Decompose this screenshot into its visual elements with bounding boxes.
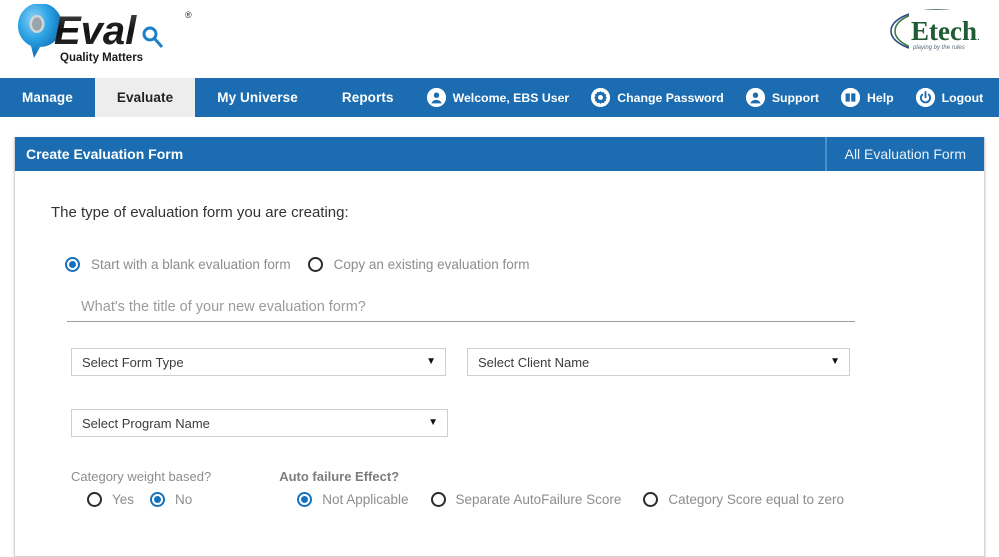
- form-title-field-wrap: [67, 298, 855, 322]
- user-icon: [426, 88, 446, 107]
- form-type-radio-group: Start with a blank evaluation form Copy …: [65, 257, 962, 272]
- bottom-option-groups: Category weight based? Yes No Auto failu…: [71, 469, 962, 507]
- select-client-name-value: Select Client Name: [478, 354, 590, 370]
- panel-header: Create Evaluation Form All Evaluation Fo…: [15, 137, 984, 171]
- qeval-logo[interactable]: Eval ® Quality Matters: [10, 3, 205, 66]
- radio-start-blank[interactable]: Start with a blank evaluation form: [65, 257, 291, 272]
- user-icon: [745, 88, 765, 107]
- panel-body: The type of evaluation form you are crea…: [15, 171, 984, 507]
- nav-item-evaluate[interactable]: Evaluate: [94, 78, 196, 117]
- etech-logo[interactable]: Etech . playing by the rules: [881, 4, 985, 60]
- select-row-program: Select Program Name ▼: [71, 409, 962, 437]
- auto-failure-label: Auto failure Effect?: [279, 469, 400, 484]
- svg-text:Quality Matters: Quality Matters: [60, 52, 143, 64]
- chevron-down-icon: ▼: [426, 356, 436, 367]
- nav-welcome-user[interactable]: Welcome, EBS User: [416, 88, 581, 107]
- gear-icon: [591, 88, 611, 107]
- select-program-name[interactable]: Select Program Name ▼: [71, 409, 448, 437]
- nav-item-manage[interactable]: Manage: [0, 78, 95, 117]
- svg-text:playing by the rules: playing by the rules: [912, 45, 965, 51]
- select-row-primary: Select Form Type ▼ Select Client Name ▼: [71, 348, 962, 376]
- radio-category-weight-yes-label: Yes: [112, 492, 135, 507]
- radio-auto-failure-separate-score-label: Separate AutoFailure Score: [455, 492, 622, 507]
- radio-auto-failure-category-zero-label: Category Score equal to zero: [668, 492, 844, 507]
- radio-copy-existing[interactable]: Copy an existing evaluation form: [307, 257, 530, 272]
- svg-text:Etech: Etech: [911, 16, 977, 46]
- radio-indicator: [65, 257, 80, 272]
- radio-indicator: [87, 492, 102, 507]
- category-weight-group: Category weight based? Yes No: [71, 469, 211, 507]
- form-type-heading: The type of evaluation form you are crea…: [51, 204, 349, 221]
- page-header: Eval ® Quality Matters Etech . playing b…: [0, 0, 999, 78]
- nav-item-my-universe[interactable]: My Universe: [195, 78, 320, 117]
- radio-category-weight-no-label: No: [175, 492, 193, 507]
- radio-start-blank-label: Start with a blank evaluation form: [91, 257, 291, 272]
- nav-utility-items: Welcome, EBS User Change Password Suppor…: [416, 78, 999, 117]
- nav-logout[interactable]: Logout: [905, 88, 995, 107]
- select-program-name-value: Select Program Name: [82, 415, 210, 431]
- nav-logout-label: Logout: [941, 90, 984, 105]
- radio-copy-existing-label: Copy an existing evaluation form: [333, 257, 530, 272]
- radio-indicator: [643, 492, 659, 507]
- category-weight-choices: Yes No: [87, 492, 211, 507]
- nav-welcome-label: Welcome, EBS User: [452, 90, 570, 105]
- radio-category-weight-no[interactable]: No: [150, 492, 192, 507]
- main-navigation: Manage Evaluate My Universe Reports Welc…: [0, 78, 999, 117]
- book-icon: [840, 88, 860, 107]
- tab-all-evaluation-form[interactable]: All Evaluation Form: [824, 137, 984, 171]
- radio-auto-failure-not-applicable[interactable]: Not Applicable: [297, 492, 409, 507]
- svg-text:®: ®: [185, 10, 192, 20]
- nav-item-reports[interactable]: Reports: [320, 78, 416, 117]
- radio-category-weight-yes[interactable]: Yes: [87, 492, 134, 507]
- svg-text:Eval: Eval: [54, 9, 137, 53]
- chevron-down-icon: ▼: [830, 356, 840, 367]
- radio-indicator: [297, 492, 313, 507]
- nav-support[interactable]: Support: [735, 88, 830, 107]
- nav-change-password[interactable]: Change Password: [580, 88, 735, 107]
- radio-indicator: [307, 257, 323, 272]
- nav-primary-items: Manage Evaluate My Universe Reports: [0, 78, 416, 117]
- select-form-type-value: Select Form Type: [82, 354, 184, 370]
- select-client-name[interactable]: Select Client Name ▼: [467, 348, 850, 376]
- power-icon: [915, 88, 935, 107]
- radio-auto-failure-not-applicable-label: Not Applicable: [322, 492, 409, 507]
- nav-support-label: Support: [771, 90, 819, 105]
- nav-help-label: Help: [866, 90, 894, 105]
- panel-title: Create Evaluation Form: [26, 146, 184, 162]
- create-evaluation-form-panel: Create Evaluation Form All Evaluation Fo…: [14, 137, 985, 557]
- nav-help[interactable]: Help: [830, 88, 905, 107]
- svg-text:.: .: [977, 31, 980, 43]
- category-weight-label: Category weight based?: [71, 469, 212, 484]
- radio-indicator: [150, 492, 166, 507]
- form-title-input[interactable]: [67, 299, 855, 322]
- nav-change-password-label: Change Password: [617, 90, 724, 105]
- radio-auto-failure-category-zero[interactable]: Category Score equal to zero: [643, 492, 844, 507]
- radio-indicator: [430, 492, 446, 507]
- select-form-type[interactable]: Select Form Type ▼: [71, 348, 446, 376]
- auto-failure-choices: Not Applicable Separate AutoFailure Scor…: [297, 492, 844, 507]
- chevron-down-icon: ▼: [428, 417, 438, 428]
- auto-failure-group: Auto failure Effect? Not Applicable Sepa…: [279, 469, 844, 507]
- radio-auto-failure-separate-score[interactable]: Separate AutoFailure Score: [430, 492, 622, 507]
